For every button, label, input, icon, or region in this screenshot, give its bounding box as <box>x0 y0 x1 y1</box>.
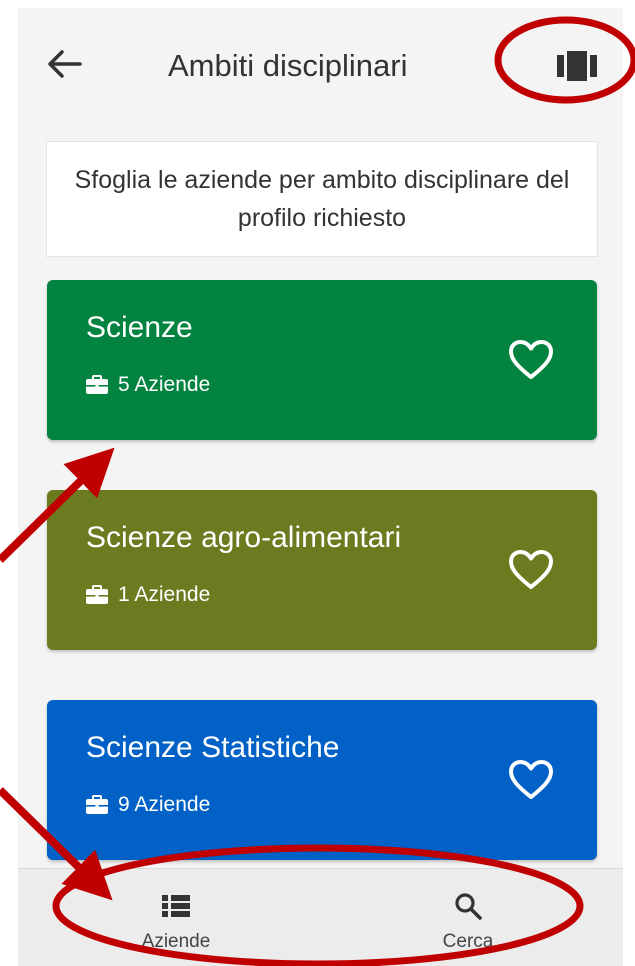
view-toggle-button[interactable] <box>552 46 602 86</box>
app-screen: Ambiti disciplinari Sfoglia le aziende p… <box>18 8 623 966</box>
app-header: Ambiti disciplinari <box>18 8 623 118</box>
card-title: Scienze agro-alimentari <box>86 521 402 554</box>
briefcase-icon <box>86 375 108 394</box>
nav-label-aziende: Aziende <box>141 931 211 952</box>
card-title: Scienze Statistiche <box>86 731 340 764</box>
category-card-scienze-agro-alimentari[interactable]: Scienze agro-alimentari 1 Aziende <box>47 490 597 650</box>
favorite-button[interactable] <box>505 544 557 596</box>
briefcase-icon <box>86 585 108 604</box>
category-card-scienze[interactable]: Scienze 5 Aziende <box>47 280 597 440</box>
favorite-button[interactable] <box>505 334 557 386</box>
card-company-count: 5 Aziende <box>86 372 210 398</box>
view-carousel-icon <box>557 51 597 81</box>
bottom-navigation: Aziende Cerca <box>18 868 623 966</box>
heart-outline-icon <box>509 760 553 799</box>
card-count-label: 9 Aziende <box>118 793 211 816</box>
search-icon <box>455 893 482 920</box>
nav-label-cerca: Cerca <box>442 931 494 952</box>
heart-outline-icon <box>509 340 553 379</box>
list-icon <box>162 895 190 917</box>
favorite-button[interactable] <box>505 754 557 806</box>
nav-item-aziende[interactable]: Aziende <box>76 869 276 966</box>
back-button[interactable] <box>44 44 84 84</box>
card-company-count: 1 Aziende <box>86 582 210 608</box>
page-title: Ambiti disciplinari <box>168 48 408 83</box>
heart-outline-icon <box>509 550 553 589</box>
card-company-count: 9 Aziende <box>86 792 210 818</box>
arrow-left-icon <box>48 50 82 78</box>
card-count-label: 1 Aziende <box>118 583 211 606</box>
intro-text: Sfoglia le aziende per ambito disciplina… <box>46 141 598 257</box>
card-count-label: 5 Aziende <box>118 373 211 396</box>
briefcase-icon <box>86 795 108 814</box>
category-card-scienze-statistiche[interactable]: Scienze Statistiche 9 Aziende <box>47 700 597 860</box>
card-title: Scienze <box>86 311 193 344</box>
nav-item-cerca[interactable]: Cerca <box>368 869 568 966</box>
